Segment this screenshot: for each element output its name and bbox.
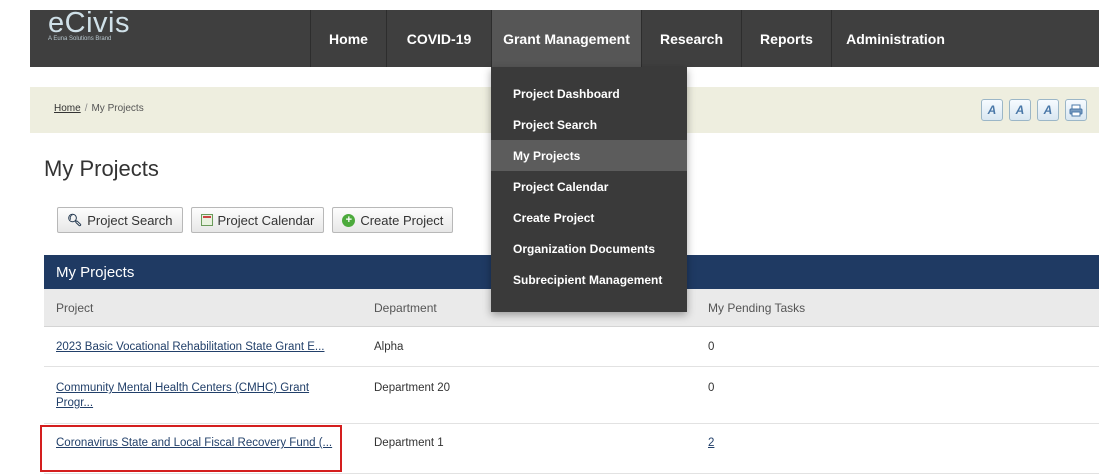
project-search-button[interactable]: 🔍︎ Project Search: [57, 207, 183, 233]
table-row: 2023 Basic Vocational Rehabilitation Sta…: [44, 327, 1099, 367]
menu-item-project-search[interactable]: Project Search: [491, 109, 687, 140]
department-cell: Department 1: [374, 437, 444, 449]
logo-text: eCivis: [48, 7, 130, 39]
project-link[interactable]: Community Mental Health Centers (CMHC) G…: [56, 382, 309, 409]
action-buttons: 🔍︎ Project Search Project Calendar + Cre…: [57, 207, 454, 233]
menu-item-project-dashboard[interactable]: Project Dashboard: [491, 78, 687, 109]
search-icon: 🔍︎: [67, 213, 83, 227]
create-project-button[interactable]: + Create Project: [332, 207, 454, 233]
add-icon: +: [342, 213, 356, 227]
project-link[interactable]: 2023 Basic Vocational Rehabilitation Sta…: [56, 341, 325, 353]
nav-item-grant-management[interactable]: Grant Management: [491, 10, 641, 67]
nav-item-administration[interactable]: Administration: [831, 10, 959, 67]
project-calendar-label: Project Calendar: [217, 212, 315, 228]
menu-item-subrecipient-management[interactable]: Subrecipient Management: [491, 264, 687, 295]
font-reset-icon[interactable]: A: [1037, 99, 1059, 121]
pending-tasks-cell: 0: [708, 341, 715, 353]
highlight-box: [40, 425, 342, 472]
menu-item-create-project[interactable]: Create Project: [491, 202, 687, 233]
nav-item-reports[interactable]: Reports: [741, 10, 831, 67]
nav-item-home[interactable]: Home: [310, 10, 386, 67]
pending-tasks-cell: 0: [708, 382, 715, 394]
logo[interactable]: eCivis A Euna Solutions Brand: [48, 8, 130, 42]
print-icon[interactable]: [1065, 99, 1087, 121]
department-cell: Alpha: [374, 341, 404, 353]
page-title: My Projects: [44, 156, 159, 181]
create-project-label: Create Project: [360, 212, 444, 228]
calendar-icon: [200, 214, 213, 226]
menu-item-project-calendar[interactable]: Project Calendar: [491, 171, 687, 202]
breadcrumb-home-link[interactable]: Home: [54, 103, 81, 114]
department-cell: Department 20: [374, 382, 451, 394]
grant-management-dropdown: Project Dashboard Project Search My Proj…: [491, 67, 687, 312]
accessibility-tools: A A A: [981, 99, 1087, 121]
breadcrumb-current: My Projects: [91, 103, 144, 114]
column-header-department[interactable]: Department: [374, 301, 437, 315]
column-header-project[interactable]: Project: [56, 301, 93, 315]
project-search-label: Project Search: [87, 212, 173, 228]
nav-item-research[interactable]: Research: [641, 10, 741, 67]
printer-svg: [1069, 104, 1083, 116]
nav-item-covid-19[interactable]: COVID-19: [386, 10, 491, 67]
column-header-pending-tasks[interactable]: My Pending Tasks: [708, 301, 805, 315]
pending-tasks-link[interactable]: 2: [708, 437, 714, 449]
menu-item-organization-documents[interactable]: Organization Documents: [491, 233, 687, 264]
breadcrumb: Home / My Projects: [54, 103, 144, 114]
font-size-icon[interactable]: A: [981, 99, 1003, 121]
table-row: Community Mental Health Centers (CMHC) G…: [44, 367, 1099, 424]
project-calendar-button[interactable]: Project Calendar: [190, 207, 325, 233]
breadcrumb-separator: /: [84, 103, 88, 114]
font-italic-icon[interactable]: A: [1009, 99, 1031, 121]
menu-item-my-projects[interactable]: My Projects: [491, 140, 687, 171]
